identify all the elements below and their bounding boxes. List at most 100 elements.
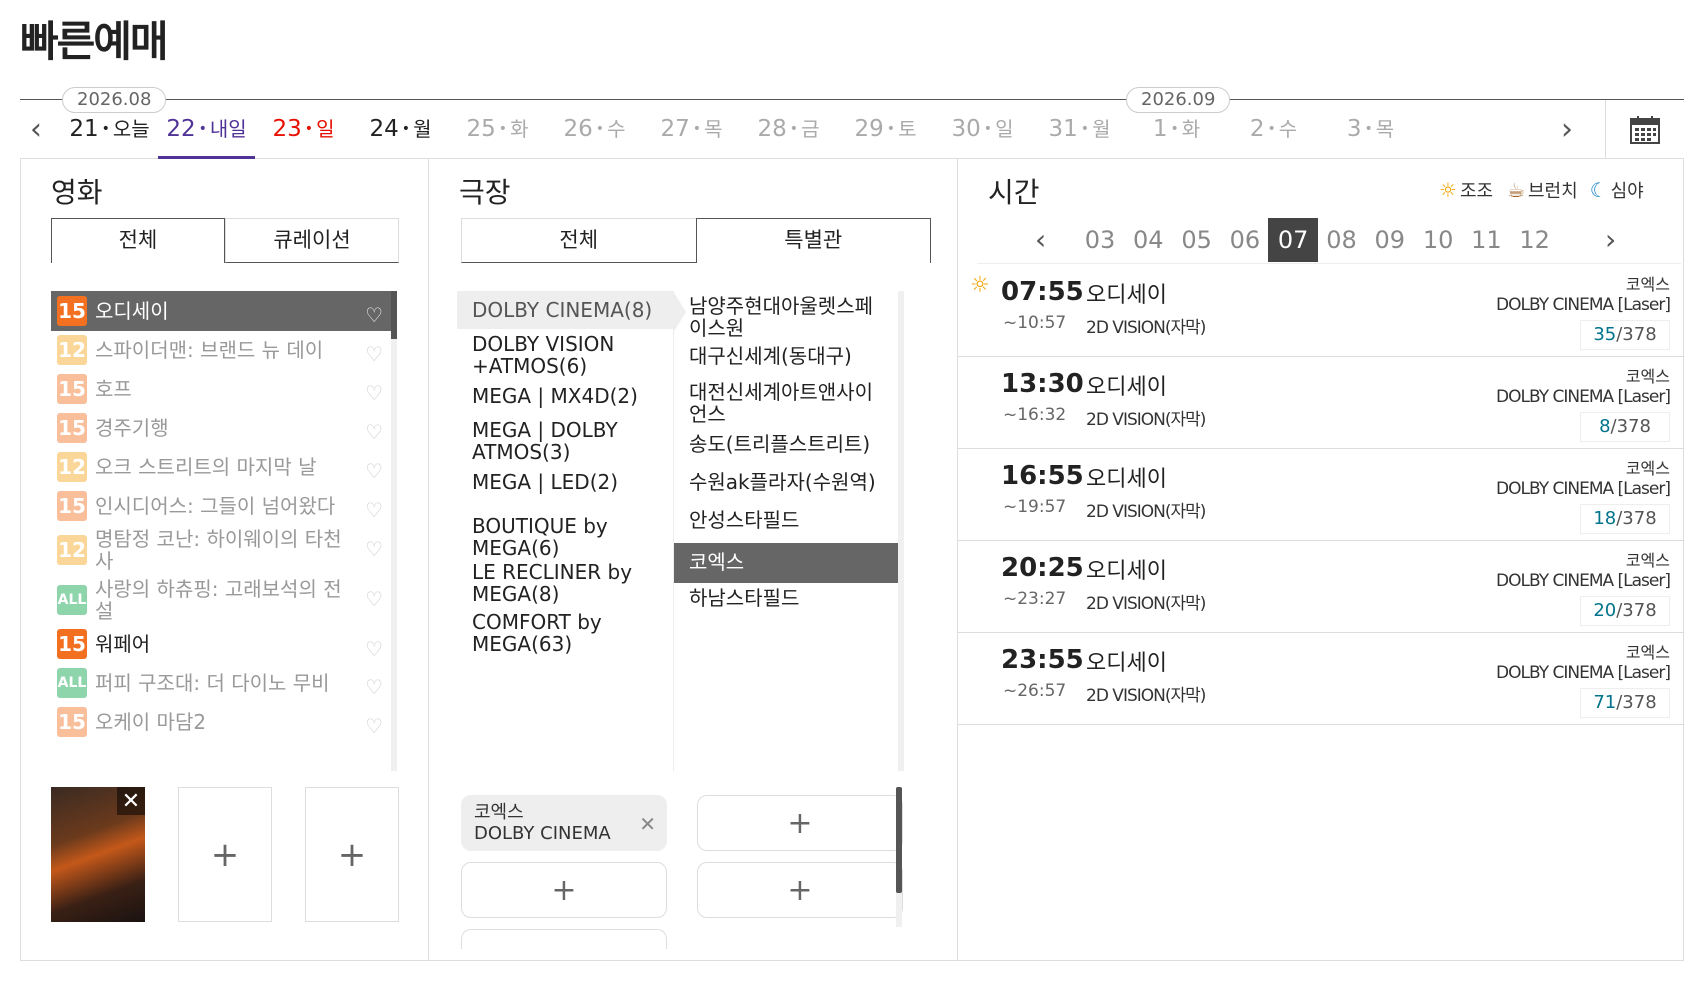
tab-movie-curation[interactable]: 큐레이션 — [225, 218, 399, 263]
heart-icon[interactable]: ♡ — [365, 587, 383, 611]
special-brand-item[interactable]: DOLBY VISION +ATMOS(6) — [457, 329, 673, 377]
hour-selector: ‹ › 03 04 05 06 07 08 09 10 11 12 — [977, 218, 1681, 264]
date-day: 31 — [1048, 116, 1078, 142]
hour-button[interactable]: 07 — [1268, 218, 1319, 262]
date-item[interactable]: 21 • 오늘 — [61, 100, 158, 159]
add-theater-slot[interactable]: + — [697, 795, 903, 851]
theater-area-item[interactable]: 코엑스 — [674, 543, 898, 583]
date-item: 2 • 수 — [1225, 100, 1322, 159]
movie-list-item[interactable]: 12 오크 스트리트의 마지막 날 ♡ — [51, 447, 397, 486]
seats-available: 71 — [1593, 692, 1617, 713]
next-date-arrow-icon[interactable]: › — [1561, 110, 1573, 150]
movie-list-item[interactable]: 15 오디세이 ♡ — [51, 291, 397, 331]
date-item[interactable]: 22 • 내일 — [158, 100, 255, 159]
hour-button[interactable]: 10 — [1413, 218, 1463, 262]
movie-scroll-thumb[interactable] — [391, 291, 397, 339]
special-brand-item[interactable]: DOLBY CINEMA(8) — [457, 291, 686, 333]
heart-icon[interactable]: ♡ — [365, 714, 383, 738]
brand-label: BOUTIQUE by MEGA(6) — [472, 514, 608, 560]
movie-list-item[interactable]: 15 오케이 마담2 ♡ — [51, 702, 397, 741]
showtime-movie: 오디세이 — [1086, 283, 1167, 308]
theater-section-title: 극장 — [459, 176, 511, 209]
heart-icon[interactable]: ♡ — [365, 498, 383, 522]
brand-label: MEGA | DOLBY ATMOS(3) — [472, 418, 618, 464]
movie-scrollbar[interactable] — [391, 291, 397, 771]
showtime-row[interactable]: 16:55 ~19:57 오디세이 2D VISION(자막) 코엑스 DOLBY CIN… — [958, 449, 1684, 541]
heart-icon[interactable]: ♡ — [365, 420, 383, 444]
movie-title: 오케이 마담2 — [95, 709, 207, 734]
theater-name: 수원ak플라자(수원역) — [689, 470, 876, 494]
prev-date-arrow-icon[interactable]: ‹ — [30, 110, 42, 150]
theater-area-item[interactable]: 하남스타필드 — [674, 583, 898, 619]
add-movie-slot[interactable]: + — [178, 787, 272, 922]
showtime-row[interactable]: 13:30 ~16:32 오디세이 2D VISION(자막) 코엑스 DOLBY CIN… — [958, 357, 1684, 449]
hour-button[interactable]: 04 — [1123, 218, 1173, 262]
theater-area-item[interactable]: 수원ak플라자(수원역) — [674, 467, 898, 503]
heart-icon[interactable]: ♡ — [365, 381, 383, 405]
add-theater-slot[interactable]: + — [697, 862, 903, 918]
theater-area-item[interactable]: 대구신세계(동대구) — [674, 341, 898, 377]
selection-scroll-thumb[interactable] — [896, 787, 902, 893]
selected-theater-chip[interactable]: 코엑스 DOLBY CINEMA ✕ — [461, 795, 667, 851]
hour-button[interactable]: 11 — [1461, 218, 1511, 262]
special-brand-item[interactable]: MEGA | MX4D(2) — [457, 381, 673, 415]
add-movie-slot[interactable]: + — [305, 787, 399, 922]
heart-icon[interactable]: ♡ — [365, 537, 383, 561]
time-legend: ☼ 조조 ☕ 브런치 ☾ 심야 — [1439, 177, 1644, 203]
add-theater-slot[interactable] — [461, 929, 667, 949]
close-icon[interactable]: ✕ — [117, 787, 145, 815]
heart-icon[interactable]: ♡ — [365, 459, 383, 483]
seat-count: 20/378 — [1580, 596, 1670, 626]
date-item[interactable]: 24 • 월 — [352, 100, 449, 159]
hour-button[interactable]: 06 — [1220, 218, 1270, 262]
showtime-row[interactable]: 23:55 ~26:57 오디세이 2D VISION(자막) 코엑스 DOLBY CIN… — [958, 633, 1684, 725]
movie-list-item[interactable]: 15 호프 ♡ — [51, 369, 397, 408]
next-hour-arrow-icon[interactable]: › — [1605, 218, 1616, 262]
movie-list-item[interactable]: ALL 사랑의 하츄핑: 고래보석의 전설 ♡ — [51, 575, 397, 625]
hour-button[interactable]: 05 — [1172, 218, 1222, 262]
theater-name: 대구신세계(동대구) — [689, 344, 852, 368]
add-theater-slot[interactable]: + — [461, 862, 667, 918]
special-brand-item[interactable]: LE RECLINER by MEGA(8) — [457, 557, 673, 605]
special-brand-item[interactable]: MEGA | DOLBY ATMOS(3) — [457, 415, 673, 463]
heart-icon[interactable]: ♡ — [365, 303, 383, 327]
showtime-row[interactable]: 20:25 ~23:27 오디세이 2D VISION(자막) 코엑스 DOLBY CIN… — [958, 541, 1684, 633]
movie-list-item[interactable]: ALL 퍼피 구조대: 더 다이노 무비 ♡ — [51, 663, 397, 702]
showtime-end: ~23:27 — [1003, 589, 1067, 609]
tab-theater-all[interactable]: 전체 — [461, 218, 696, 263]
hour-button[interactable]: 12 — [1510, 218, 1560, 262]
movie-list-item[interactable]: 15 워페어 ♡ — [51, 625, 397, 663]
close-icon[interactable]: ✕ — [639, 812, 656, 836]
special-brand-item[interactable]: COMFORT by MEGA(63) — [457, 607, 673, 655]
date-item[interactable]: 23 • 일 — [255, 100, 352, 159]
age-rating-badge: 15 — [57, 373, 87, 404]
date-item: 31 • 월 — [1031, 100, 1128, 159]
theater-area-item[interactable]: 안성스타필드 — [674, 505, 898, 541]
showtime-row[interactable]: ☼ 07:55 ~10:57 오디세이 2D VISION(자막) 코엑스 DOLBY CI… — [958, 265, 1684, 357]
special-brand-item[interactable]: BOUTIQUE by MEGA(6) — [457, 511, 673, 559]
date-dot: • — [886, 121, 896, 137]
hour-button[interactable]: 08 — [1317, 218, 1367, 262]
heart-icon[interactable]: ♡ — [365, 675, 383, 699]
theater-area-item[interactable]: 송도(트리플스트리트) — [674, 429, 898, 465]
tab-movie-all[interactable]: 전체 — [51, 218, 225, 263]
date-item: 29 • 토 — [837, 100, 934, 159]
hour-button[interactable]: 09 — [1365, 218, 1415, 262]
theater-area-item[interactable]: 남양주현대아울렛스페이스원 — [674, 291, 898, 339]
special-brand-item[interactable]: MEGA | LED(2) — [457, 467, 673, 501]
age-rating-badge: ALL — [57, 667, 87, 698]
calendar-button[interactable] — [1605, 100, 1684, 159]
date-day: 3 — [1346, 116, 1362, 142]
movie-list-item[interactable]: 15 인시디어스: 그들이 넘어왔다 ♡ — [51, 486, 397, 525]
tab-theater-special[interactable]: 특별관 — [695, 218, 931, 263]
date-bar: 2026.08 2026.09 ‹ 21 • 오늘 22 • 내일 23 • 일 24 • 월 25 • 화… — [20, 87, 1684, 159]
theater-scrollbar[interactable] — [898, 291, 904, 771]
heart-icon[interactable]: ♡ — [365, 342, 383, 366]
hour-button[interactable]: 03 — [1075, 218, 1125, 262]
prev-hour-arrow-icon[interactable]: ‹ — [1035, 218, 1046, 262]
movie-list-item[interactable]: 15 경주기행 ♡ — [51, 408, 397, 447]
movie-list-item[interactable]: 12 스파이더맨: 브랜드 뉴 데이 ♡ — [51, 330, 397, 369]
theater-area-item[interactable]: 대전신세계아트앤사이언스 — [674, 377, 898, 427]
heart-icon[interactable]: ♡ — [365, 637, 383, 661]
movie-list-item[interactable]: 12 명탐정 코난: 하이웨이의 타천사 ♡ — [51, 525, 397, 575]
